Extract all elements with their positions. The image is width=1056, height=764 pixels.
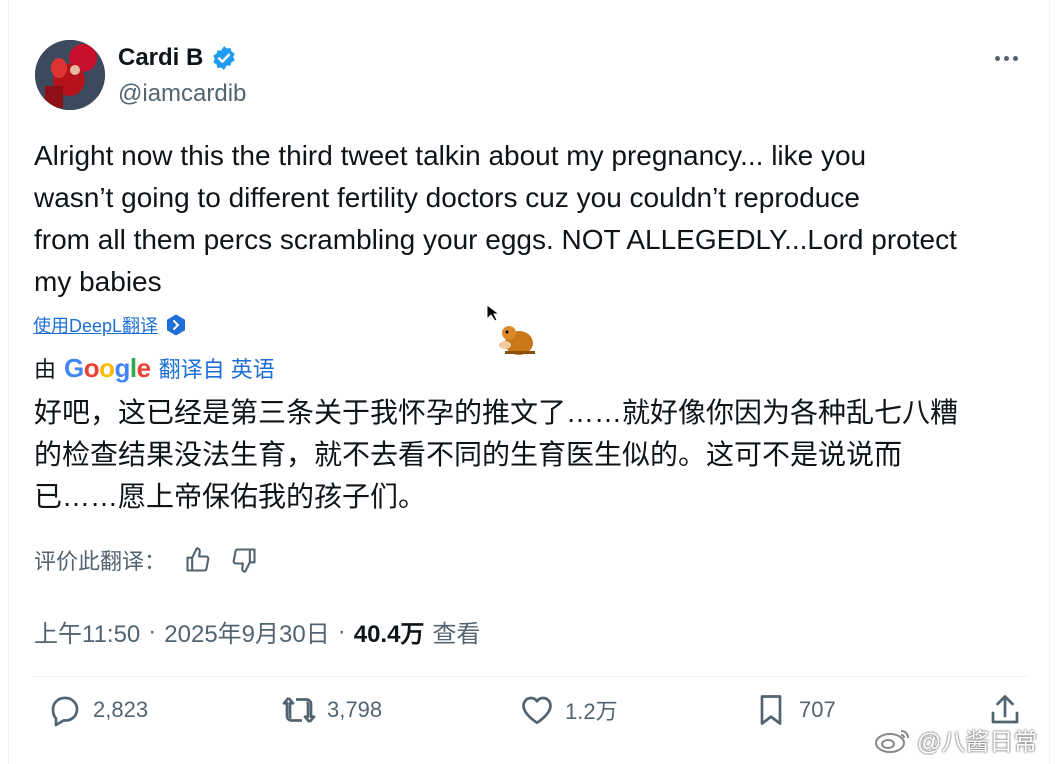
reply-button[interactable]: 2,823 (47, 692, 148, 728)
bookmark-icon (760, 695, 782, 725)
deepl-icon[interactable] (164, 313, 188, 337)
google-logo: Google (64, 352, 151, 383)
repost-button[interactable]: 3,798 (281, 692, 382, 728)
translated-from-link[interactable]: 翻译自 英语 (159, 352, 275, 384)
mouse-cursor-pet-icon (486, 304, 535, 355)
more-icon[interactable] (995, 50, 1031, 66)
view-count: 40.4万 (353, 621, 425, 648)
like-count: 1.2万 (565, 699, 618, 724)
watermark-text: @八酱日常 (917, 729, 1038, 756)
like-icon (522, 696, 552, 725)
like-button[interactable]: 1.2万 (519, 692, 618, 728)
meta-separator: · (337, 617, 346, 645)
reply-count: 2,823 (93, 697, 149, 722)
divider (33, 676, 1029, 677)
author-name[interactable]: Cardi B (118, 44, 203, 72)
translated-text: 好吧，这已经是第三条关于我怀孕的推文了……就好像你因为各种乱七八糟 的检查结果没… (34, 397, 959, 512)
views-label: 查看 (432, 621, 481, 648)
tweet-date[interactable]: 2025年9月30日 (164, 614, 329, 649)
avatar[interactable] (35, 40, 105, 110)
thumbs-up-icon[interactable] (184, 546, 212, 574)
author-handle[interactable]: @iamcardib (118, 80, 246, 108)
weibo-logo-icon (875, 729, 909, 753)
reply-icon (51, 696, 79, 727)
rate-translation-label: 评价此翻译： (34, 549, 167, 574)
bookmark-button[interactable]: 707 (753, 692, 836, 728)
meta-separator: · (148, 617, 157, 645)
deepl-translate-link[interactable]: 使用DeepL翻译 (33, 312, 158, 338)
repost-icon (282, 697, 316, 723)
bookmark-count: 707 (799, 697, 836, 722)
repost-count: 3,798 (327, 697, 383, 722)
tweet-card: Cardi B @iamcardib Alright now this the … (8, 0, 1050, 764)
by-label: 由 (34, 357, 57, 382)
avatar-image (35, 40, 105, 110)
verified-badge-icon (213, 46, 236, 70)
watermark: @八酱日常 (873, 722, 1037, 757)
tweet-text: Alright now this the third tweet talkin … (34, 140, 957, 297)
tweet-time[interactable]: 上午11:50 (34, 614, 140, 649)
thumbs-down-icon[interactable] (230, 546, 258, 574)
